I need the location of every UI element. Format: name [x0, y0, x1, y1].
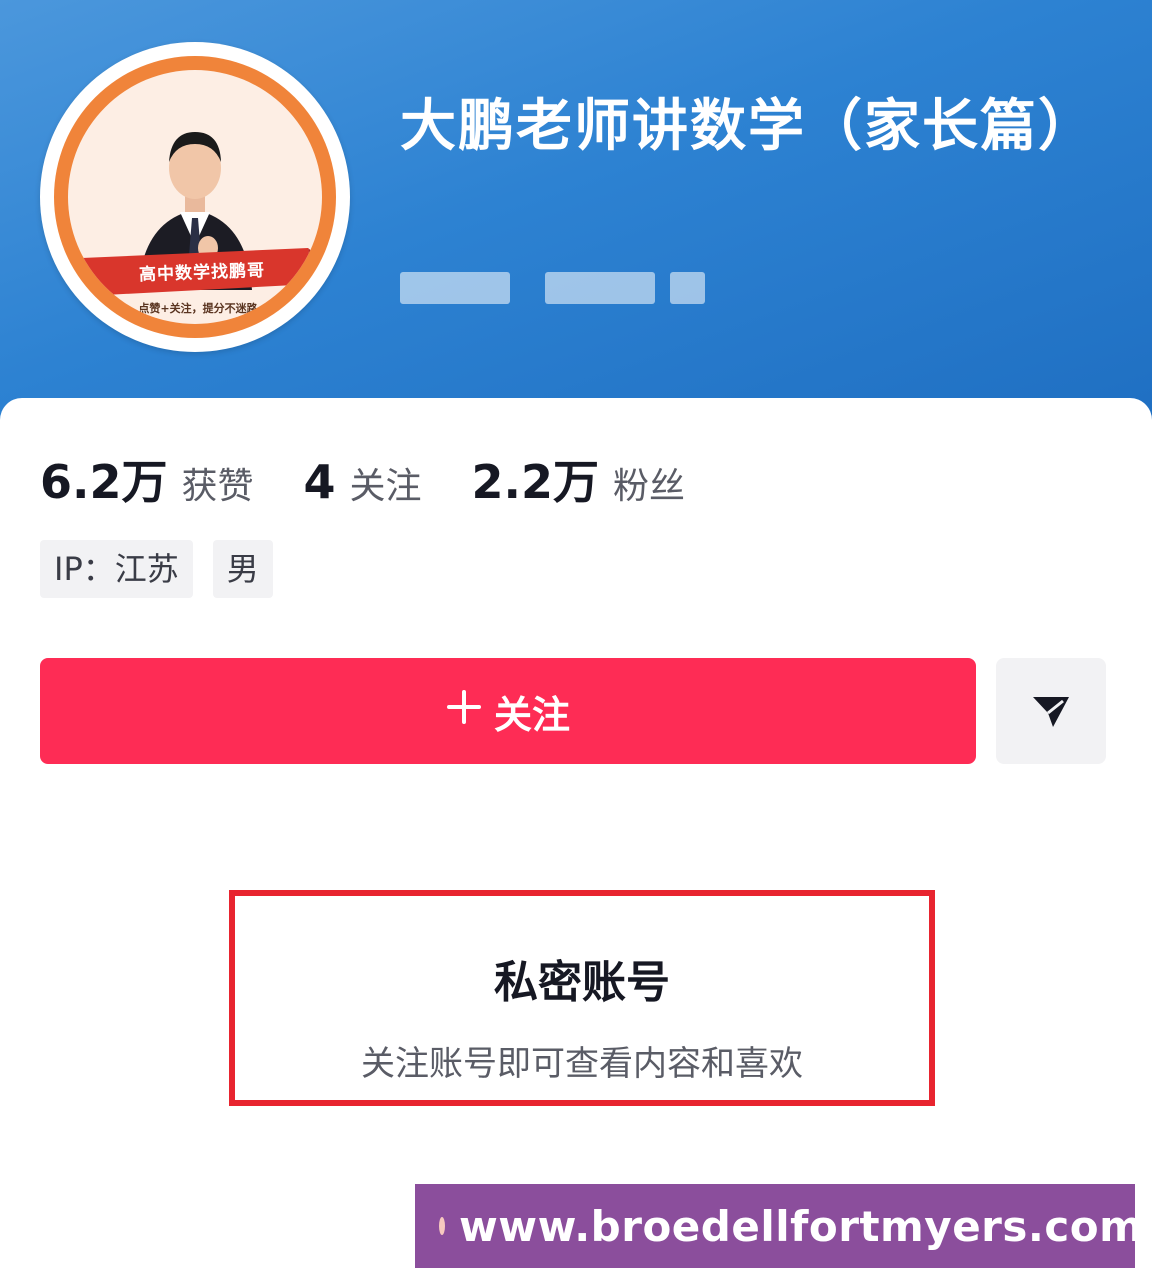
- private-account-notice: 私密账号 关注账号即可查看内容和喜欢: [229, 890, 935, 1106]
- private-account-subtitle: 关注账号即可查看内容和喜欢: [361, 1044, 803, 1084]
- profile-name: 大鹏老师讲数学（家长篇）: [400, 94, 1096, 159]
- profile-header: 高中数学找鹏哥 点赞+关注，提分不迷路 大鹏老师讲数学（家长篇）: [0, 0, 1152, 430]
- plus-icon: [446, 689, 482, 733]
- watermark-dot-icon: [439, 1217, 445, 1235]
- stat-following[interactable]: 4 关注: [304, 455, 422, 509]
- profile-tags: IP：江苏 男: [40, 540, 293, 598]
- avatar[interactable]: 高中数学找鹏哥 点赞+关注，提分不迷路: [40, 42, 350, 352]
- site-watermark: www.broedellfortmyers.com: [415, 1184, 1143, 1268]
- teacher-portrait-illustration: [72, 132, 320, 318]
- stat-label: 获赞: [181, 466, 254, 507]
- follow-label: 关注: [493, 692, 570, 737]
- ip-location-tag: IP：江苏: [40, 540, 193, 598]
- profile-card: 6.2万 获赞 4 关注 2.2万 粉丝 IP：江苏 男 关注 私密账号 关注账…: [0, 398, 1152, 1286]
- stat-value: 4: [303, 455, 336, 509]
- stat-value: 6.2万: [40, 455, 168, 509]
- private-account-title: 私密账号: [494, 957, 670, 1008]
- stat-likes: 6.2万 获赞: [40, 446, 254, 512]
- stat-value: 2.2万: [471, 455, 600, 509]
- avatar-caption-text: 点赞+关注，提分不迷路: [138, 302, 258, 315]
- follow-button[interactable]: 关注: [40, 658, 976, 764]
- send-message-button[interactable]: [996, 658, 1106, 764]
- avatar-image: 高中数学找鹏哥 点赞+关注，提分不迷路: [68, 70, 322, 324]
- gender-tag: 男: [212, 540, 273, 598]
- stat-label: 粉丝: [613, 466, 686, 507]
- avatar-ring: 高中数学找鹏哥 点赞+关注，提分不迷路: [54, 56, 336, 338]
- stat-label: 关注: [349, 466, 422, 507]
- blurred-account-id: [400, 272, 705, 304]
- stats-row: 6.2万 获赞 4 关注 2.2万 粉丝: [40, 446, 735, 510]
- watermark-text: www.broedellfortmyers.com: [459, 1201, 1144, 1251]
- stat-followers[interactable]: 2.2万 粉丝: [472, 446, 686, 512]
- send-icon: [1033, 697, 1069, 727]
